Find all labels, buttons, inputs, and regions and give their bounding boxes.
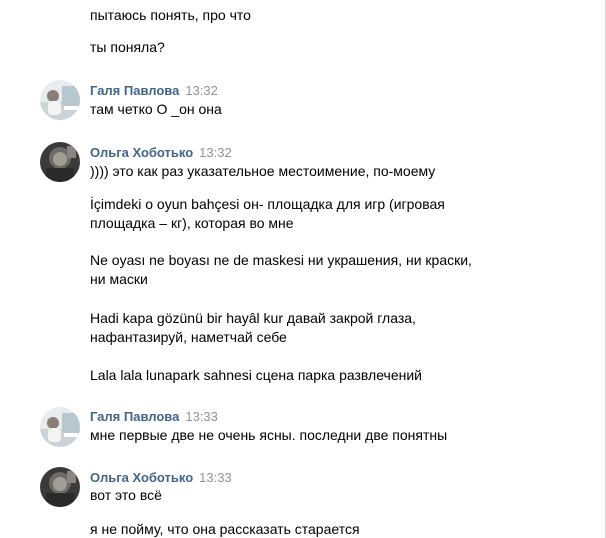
avatar-photo-icon xyxy=(40,407,80,447)
avatar-photo-icon xyxy=(40,80,80,120)
avatar-photo-icon xyxy=(40,467,80,507)
message-line: пытаюсь понять, про что xyxy=(90,7,251,23)
message-line: Hadi kapa gözünü bir hayâl kur давай зак… xyxy=(90,310,416,326)
message-line: Lala lala lunapark sahnesi сцена парка р… xyxy=(90,367,422,383)
message-header: Галя Павлова 13:33 xyxy=(90,407,218,425)
message-header: Галя Павлова 13:32 xyxy=(90,81,218,99)
avatar-olga-khobotko[interactable] xyxy=(40,467,80,507)
message-header: Ольга Хоботько 13:32 xyxy=(90,143,232,161)
message-line: )))) это как раз указательное местоимени… xyxy=(90,163,436,179)
message-line: я не пойму, что она рассказать старается xyxy=(90,521,360,537)
avatar-olga-khobotko[interactable] xyxy=(40,142,80,182)
message-time[interactable]: 13:33 xyxy=(199,470,232,485)
message-time[interactable]: 13:33 xyxy=(185,409,218,424)
avatar-galya-pavlova[interactable] xyxy=(40,407,80,447)
message-line: ни маски xyxy=(90,271,148,287)
message-line: Ne oyası ne boyası ne de maskesi ни укра… xyxy=(90,252,472,268)
avatar-photo-icon xyxy=(40,142,80,182)
message-time[interactable]: 13:32 xyxy=(199,145,232,160)
message-line: ты поняла? xyxy=(90,39,165,55)
author-name[interactable]: Ольга Хоботько xyxy=(90,145,193,160)
message-time[interactable]: 13:32 xyxy=(185,83,218,98)
message-line: площадка – кг), которая во мне xyxy=(90,215,294,231)
message-line: İçimdeki o oyun bahçesi он- площадка для… xyxy=(90,196,445,212)
author-name[interactable]: Галя Павлова xyxy=(90,83,179,98)
message-line: вот это всё xyxy=(90,487,162,503)
avatar-galya-pavlova[interactable] xyxy=(40,80,80,120)
message-line: там четко О _он она xyxy=(90,101,222,117)
author-name[interactable]: Галя Павлова xyxy=(90,409,179,424)
chat-history: пытаюсь понять, про что ты поняла? Галя … xyxy=(0,0,606,538)
message-header: Ольга Хоботько 13:33 xyxy=(90,468,232,486)
author-name[interactable]: Ольга Хоботько xyxy=(90,470,193,485)
message-line: нафантазируй, наметчай себе xyxy=(90,329,287,345)
message-line: мне первые две не очень ясны. последни д… xyxy=(90,427,448,443)
